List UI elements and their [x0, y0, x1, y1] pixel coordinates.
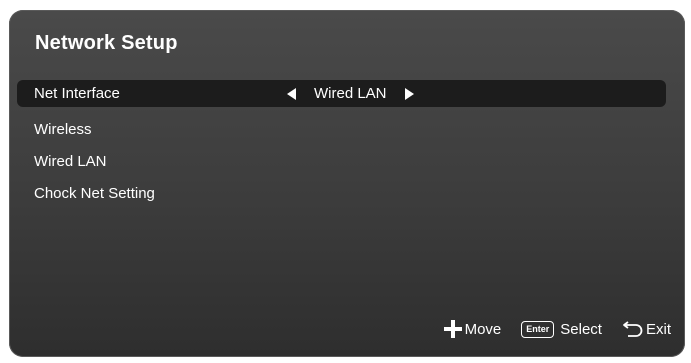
enter-key-icon: Enter	[521, 320, 555, 338]
menu-item-net-interface[interactable]: Net Interface Wired LAN	[17, 80, 666, 107]
menu-item-wired-lan[interactable]: Wired LAN	[17, 148, 666, 175]
exit-hint: Exit	[622, 320, 671, 338]
return-exit-icon	[623, 321, 643, 337]
menu-item-label: Wired LAN	[34, 153, 107, 170]
exit-label: Exit	[645, 320, 671, 338]
menu-item-wireless[interactable]: Wireless	[17, 116, 666, 143]
select-hint: Enter Select	[521, 320, 602, 338]
dpad-move-icon	[443, 319, 463, 339]
key-hints-bar: Move Enter Select Exit	[443, 319, 671, 339]
move-label: Move	[464, 320, 502, 338]
menu-item-label: Wireless	[34, 121, 92, 138]
menu-item-chock-net-setting[interactable]: Chock Net Setting	[17, 180, 666, 207]
net-interface-value: Wired LAN	[314, 85, 387, 102]
arrow-right-icon[interactable]	[404, 87, 414, 100]
move-hint: Move	[443, 319, 502, 339]
select-label: Select	[560, 320, 602, 338]
arrow-left-icon[interactable]	[287, 87, 296, 100]
network-setup-panel: Network Setup Net Interface Wired LAN Wi…	[9, 10, 685, 357]
menu-item-label: Chock Net Setting	[34, 185, 155, 202]
page-title: Network Setup	[35, 32, 178, 54]
net-interface-selector[interactable]: Wired LAN	[287, 80, 414, 107]
menu-item-label: Net Interface	[34, 85, 120, 102]
